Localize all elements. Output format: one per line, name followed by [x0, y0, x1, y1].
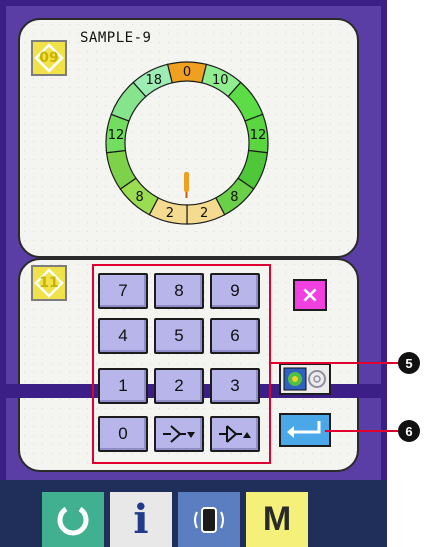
key-4[interactable]: 4 — [98, 318, 148, 354]
key-5[interactable]: 5 — [154, 318, 204, 354]
info-icon: i — [133, 496, 149, 543]
needle-icon — [184, 172, 189, 198]
arrow-up-icon — [219, 425, 251, 443]
close-button[interactable]: × — [293, 279, 327, 311]
input-number: 11 — [39, 275, 59, 291]
key-3[interactable]: 3 — [210, 368, 260, 404]
ring-segment-label: 18 — [145, 73, 162, 88]
key-8[interactable]: 8 — [154, 273, 204, 309]
arrow-down-icon — [163, 425, 195, 443]
info-button[interactable]: i — [110, 492, 172, 547]
mode-label: M — [262, 500, 292, 538]
pattern-number-badge: 09 — [31, 40, 67, 76]
communication-icon — [194, 506, 224, 533]
reset-icon — [57, 506, 89, 535]
keypad-callout: 5 — [398, 352, 420, 374]
pattern-name: SAMPLE-9 — [80, 30, 152, 46]
ring-segment-label: 10 — [212, 73, 229, 88]
ring-segment-label: 12 — [108, 128, 125, 143]
key-6[interactable]: 6 — [210, 318, 260, 354]
enter-icon — [287, 421, 321, 438]
key-1[interactable]: 1 — [98, 368, 148, 404]
ring-segment-label: 8 — [135, 190, 143, 205]
pattern-mode-button[interactable] — [279, 363, 331, 395]
communication-button[interactable] — [178, 492, 240, 547]
enter-button[interactable] — [279, 413, 331, 447]
input-number-badge: 11 — [31, 265, 67, 301]
ring-segment-label: 8 — [230, 190, 238, 205]
key-9[interactable]: 9 — [210, 273, 260, 309]
key-0[interactable]: 0 — [98, 416, 148, 452]
keypad-callout-line — [271, 362, 398, 364]
reset-button[interactable] — [42, 492, 104, 547]
mode-button[interactable]: M — [246, 492, 308, 547]
ring-segment-label: 0 — [183, 65, 191, 80]
key-7[interactable]: 7 — [98, 273, 148, 309]
ring-segment-label: 12 — [250, 128, 267, 143]
tension-ring: 0 10 12 8 2 2 8 12 18 — [105, 61, 269, 225]
pattern-switch-icon — [283, 367, 326, 391]
ring-segment-label: 2 — [166, 206, 174, 221]
enter-callout-line — [325, 430, 398, 432]
increment-button[interactable] — [210, 416, 260, 452]
key-2[interactable]: 2 — [154, 368, 204, 404]
ring-segment-label: 2 — [200, 206, 208, 221]
decrement-button[interactable] — [154, 416, 204, 452]
enter-callout: 6 — [398, 420, 420, 442]
pattern-number: 09 — [39, 50, 59, 66]
